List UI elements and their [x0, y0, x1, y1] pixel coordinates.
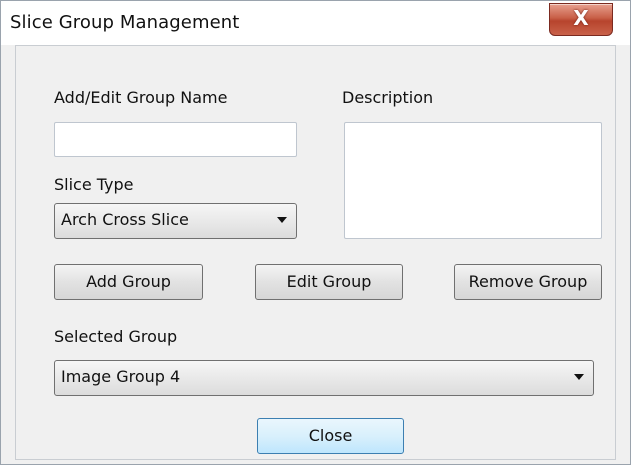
description-input[interactable] [344, 122, 602, 239]
window-title: Slice Group Management [10, 12, 240, 33]
selected-group-label: Selected Group [54, 327, 178, 346]
close-icon: X [573, 6, 589, 30]
group-name-label: Add/Edit Group Name [54, 88, 228, 107]
dialog-window: Slice Group Management X Add/Edit Group … [0, 0, 631, 465]
title-bar: Slice Group Management X [1, 1, 630, 45]
selected-group-value: Image Group 4 [61, 367, 181, 386]
slice-type-label: Slice Type [54, 175, 134, 194]
chevron-down-icon [574, 374, 584, 380]
slice-type-value: Arch Cross Slice [61, 210, 189, 229]
add-group-button[interactable]: Add Group [54, 264, 203, 300]
group-name-input[interactable] [54, 122, 297, 157]
slice-type-dropdown[interactable]: Arch Cross Slice [54, 203, 297, 239]
edit-group-button[interactable]: Edit Group [255, 264, 403, 300]
dialog-content: Add/Edit Group Name Description Slice Ty… [15, 45, 616, 460]
window-close-button[interactable]: X [549, 3, 613, 36]
remove-group-button[interactable]: Remove Group [454, 264, 602, 300]
close-button[interactable]: Close [257, 418, 404, 454]
description-label: Description [342, 88, 434, 107]
chevron-down-icon [277, 217, 287, 223]
selected-group-dropdown[interactable]: Image Group 4 [54, 360, 594, 396]
